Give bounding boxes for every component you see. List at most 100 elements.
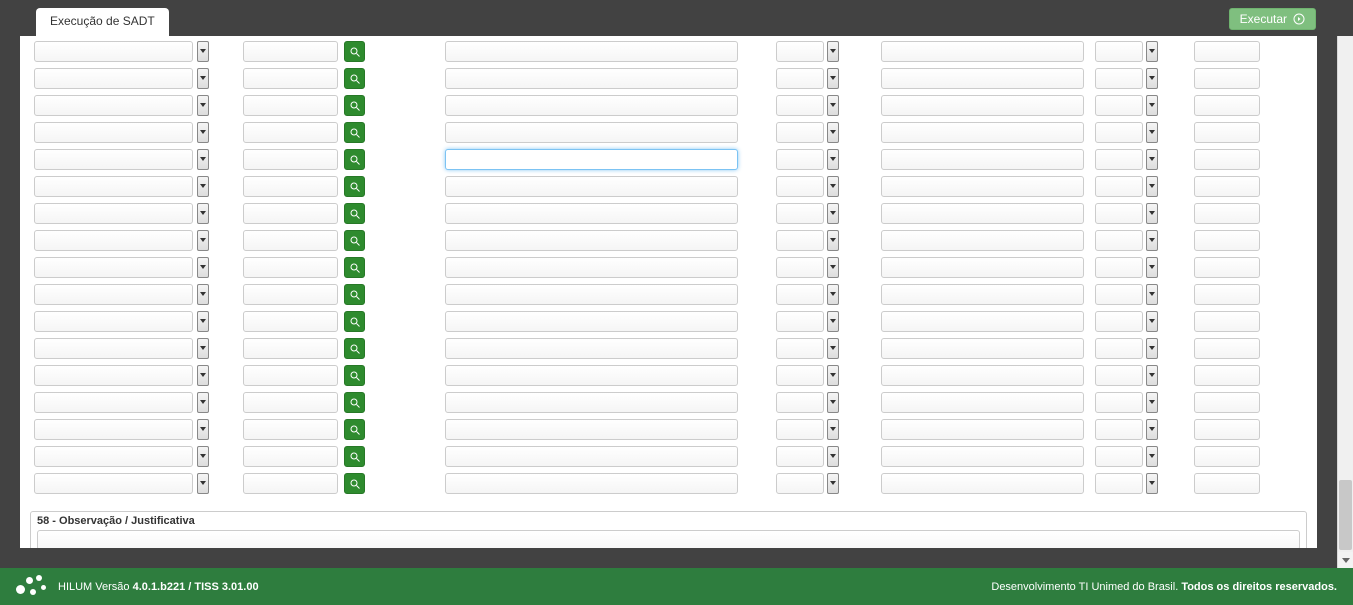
col7-input[interactable]: [1194, 203, 1260, 224]
col5-input[interactable]: [881, 284, 1084, 305]
col3-input[interactable]: [445, 95, 738, 116]
col6-dropdown[interactable]: [1146, 419, 1158, 440]
col6-dropdown[interactable]: [1146, 257, 1158, 278]
col2-input[interactable]: [243, 473, 338, 494]
col3-input[interactable]: [445, 473, 738, 494]
col6-dropdown[interactable]: [1146, 68, 1158, 89]
col2-input[interactable]: [243, 41, 338, 62]
col1-dropdown[interactable]: [197, 257, 209, 278]
col4-dropdown[interactable]: [827, 176, 839, 197]
col4-input[interactable]: [776, 284, 824, 305]
col4-input[interactable]: [776, 365, 824, 386]
col5-input[interactable]: [881, 230, 1084, 251]
col1-dropdown[interactable]: [197, 122, 209, 143]
col5-input[interactable]: [881, 311, 1084, 332]
col1-input[interactable]: [34, 203, 193, 224]
col1-input[interactable]: [34, 419, 193, 440]
col4-input[interactable]: [776, 230, 824, 251]
col6-dropdown[interactable]: [1146, 284, 1158, 305]
col6-dropdown[interactable]: [1146, 149, 1158, 170]
col1-dropdown[interactable]: [197, 473, 209, 494]
col7-input[interactable]: [1194, 473, 1260, 494]
col2-input[interactable]: [243, 338, 338, 359]
col1-dropdown[interactable]: [197, 446, 209, 467]
col6-input[interactable]: [1095, 473, 1143, 494]
col2-input[interactable]: [243, 311, 338, 332]
col5-input[interactable]: [881, 446, 1084, 467]
col3-input[interactable]: [445, 41, 738, 62]
col1-input[interactable]: [34, 68, 193, 89]
col1-dropdown[interactable]: [197, 68, 209, 89]
col7-input[interactable]: [1194, 68, 1260, 89]
col1-input[interactable]: [34, 338, 193, 359]
col2-input[interactable]: [243, 446, 338, 467]
col1-dropdown[interactable]: [197, 284, 209, 305]
col5-input[interactable]: [881, 176, 1084, 197]
col1-dropdown[interactable]: [197, 365, 209, 386]
search-icon[interactable]: [344, 365, 365, 386]
col6-input[interactable]: [1095, 95, 1143, 116]
scroll-down-button[interactable]: [1338, 552, 1353, 568]
search-icon[interactable]: [344, 446, 365, 467]
col5-input[interactable]: [881, 122, 1084, 143]
col1-dropdown[interactable]: [197, 203, 209, 224]
col7-input[interactable]: [1194, 284, 1260, 305]
col1-dropdown[interactable]: [197, 311, 209, 332]
col1-input[interactable]: [34, 473, 193, 494]
col1-input[interactable]: [34, 95, 193, 116]
col4-input[interactable]: [776, 446, 824, 467]
col6-dropdown[interactable]: [1146, 230, 1158, 251]
col6-input[interactable]: [1095, 446, 1143, 467]
col4-input[interactable]: [776, 149, 824, 170]
search-icon[interactable]: [344, 41, 365, 62]
col1-input[interactable]: [34, 446, 193, 467]
col7-input[interactable]: [1194, 419, 1260, 440]
search-icon[interactable]: [344, 473, 365, 494]
col7-input[interactable]: [1194, 230, 1260, 251]
col4-dropdown[interactable]: [827, 149, 839, 170]
col2-input[interactable]: [243, 122, 338, 143]
col2-input[interactable]: [243, 365, 338, 386]
search-icon[interactable]: [344, 419, 365, 440]
col1-dropdown[interactable]: [197, 95, 209, 116]
vertical-scrollbar[interactable]: [1337, 0, 1353, 568]
col7-input[interactable]: [1194, 365, 1260, 386]
col2-input[interactable]: [243, 203, 338, 224]
col6-dropdown[interactable]: [1146, 446, 1158, 467]
col1-input[interactable]: [34, 392, 193, 413]
col3-input[interactable]: [445, 311, 738, 332]
col1-input[interactable]: [34, 41, 193, 62]
col1-dropdown[interactable]: [197, 41, 209, 62]
col2-input[interactable]: [243, 257, 338, 278]
col7-input[interactable]: [1194, 176, 1260, 197]
execute-button[interactable]: Executar: [1229, 8, 1316, 30]
col3-input[interactable]: [445, 122, 738, 143]
col7-input[interactable]: [1194, 311, 1260, 332]
col4-dropdown[interactable]: [827, 365, 839, 386]
col1-input[interactable]: [34, 311, 193, 332]
col7-input[interactable]: [1194, 149, 1260, 170]
col2-input[interactable]: [243, 176, 338, 197]
search-icon[interactable]: [344, 392, 365, 413]
col5-input[interactable]: [881, 419, 1084, 440]
col3-input[interactable]: [445, 203, 738, 224]
col4-input[interactable]: [776, 122, 824, 143]
col6-input[interactable]: [1095, 365, 1143, 386]
col1-input[interactable]: [34, 122, 193, 143]
col1-dropdown[interactable]: [197, 419, 209, 440]
col1-input[interactable]: [34, 284, 193, 305]
col4-dropdown[interactable]: [827, 122, 839, 143]
col6-dropdown[interactable]: [1146, 41, 1158, 62]
search-icon[interactable]: [344, 68, 365, 89]
col5-input[interactable]: [881, 95, 1084, 116]
col5-input[interactable]: [881, 149, 1084, 170]
col6-input[interactable]: [1095, 68, 1143, 89]
col4-dropdown[interactable]: [827, 392, 839, 413]
col6-input[interactable]: [1095, 176, 1143, 197]
search-icon[interactable]: [344, 257, 365, 278]
col2-input[interactable]: [243, 419, 338, 440]
col2-input[interactable]: [243, 284, 338, 305]
col7-input[interactable]: [1194, 446, 1260, 467]
col6-dropdown[interactable]: [1146, 365, 1158, 386]
search-icon[interactable]: [344, 122, 365, 143]
